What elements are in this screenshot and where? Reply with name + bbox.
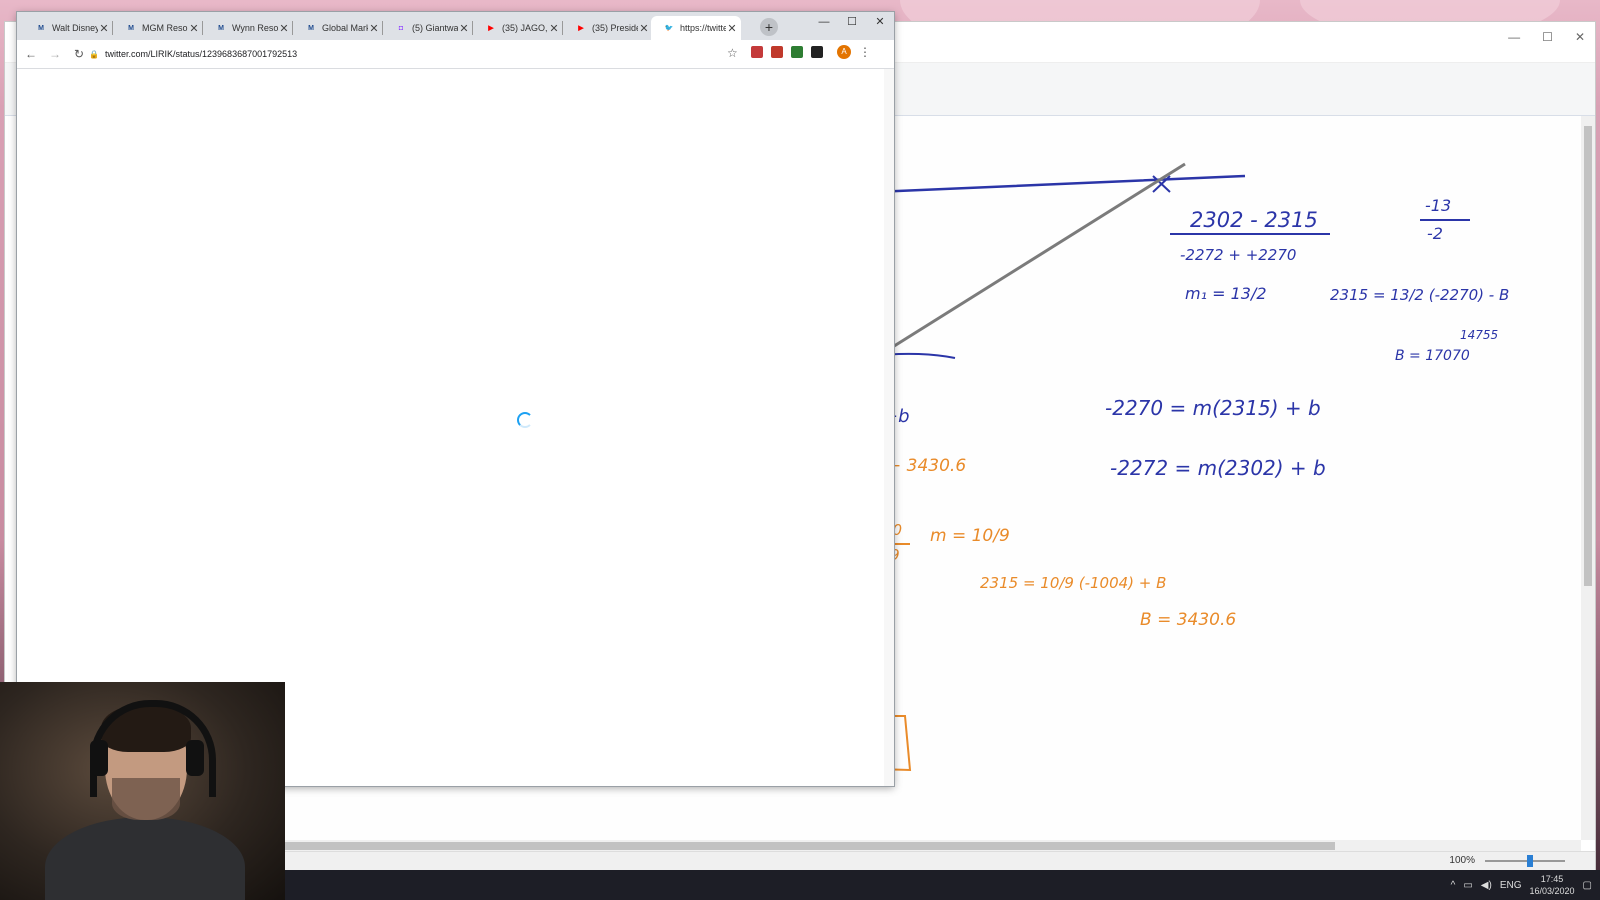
extension-icon[interactable] [791,46,803,58]
gray-line-stroke [874,162,1186,360]
note-blue: -2272 = m(2302) + b [1110,456,1326,480]
page-viewport [17,69,894,786]
whiteboard-window-controls: — ☐ ✕ [1508,30,1585,44]
note-orange: 2315 = 10/9 (-1004) + B [980,574,1167,592]
tab-title: https://twitter.c [680,23,726,33]
system-tray: ^ ▭ ◀) ENG 17:45 16/03/2020 ▢ [1451,870,1592,900]
scrollbar-thumb[interactable] [1584,126,1592,586]
browser-toolbar: ← → ↻ 🔒 twitter.com/LIRIK/status/1239683… [17,40,894,69]
browser-tab[interactable]: M Wynn Resorts S ✕ [203,16,293,40]
forward-arrow-icon[interactable]: → [45,47,65,61]
zoom-slider[interactable] [1485,860,1565,862]
close-icon[interactable]: ✕ [866,12,894,34]
note-orange: m = 10/9 [930,526,1010,546]
clock[interactable]: 17:45 16/03/2020 [1530,873,1575,897]
bookmark-star-icon[interactable]: ☆ [727,46,738,60]
note-blue: B = 17070 [1395,348,1470,364]
note-blue: -13 [1425,196,1452,215]
chevron-up-icon[interactable]: ^ [1451,880,1456,891]
note-blue: -2 [1427,224,1443,243]
marketwatch-icon: M [128,24,134,32]
browser-tab[interactable]: ▶ (35) JAGO, the ✕ [473,16,563,40]
note-blue: 2302 - 2315 [1190,208,1318,232]
reload-icon[interactable]: ↻ [69,47,89,61]
note-orange: + 3430.6 [887,456,967,476]
note-blue: -2270 = m(2315) + b [1105,396,1321,420]
menu-dots-icon[interactable]: ⋮ [859,45,871,59]
note-blue: 14755 [1460,328,1499,342]
close-icon[interactable]: ✕ [638,22,650,35]
new-tab-button[interactable]: + [760,18,778,36]
webcam-person-body [45,817,245,900]
tab-strip: M Walt Disney 95 ✕ M MGM Resorts In ✕ M … [17,12,894,40]
close-icon[interactable]: ✕ [548,22,560,35]
scrollbar-thumb[interactable] [285,842,1335,850]
youtube-icon: ▶ [488,25,494,32]
tab-title: (35) JAGO, the [502,23,548,33]
maximize-icon[interactable]: ☐ [1542,30,1553,44]
webcam-overlay [0,682,285,900]
extension-icon[interactable] [811,46,823,58]
note-orange: B = 3430.6 [1140,610,1237,630]
marketwatch-icon: M [308,24,314,32]
browser-tab[interactable]: M MGM Resorts In ✕ [113,16,203,40]
browser-window: M Walt Disney 95 ✕ M MGM Resorts In ✕ M … [17,12,894,786]
minimize-icon[interactable]: — [1508,30,1520,44]
tab-title: (35) President [592,23,638,33]
browser-tab-active[interactable]: 🐦 https://twitter.c ✕ [651,16,741,40]
note-blue: m₁ = 13/2 [1185,284,1267,303]
back-arrow-icon[interactable]: ← [21,47,41,61]
minimize-icon[interactable]: — [810,12,838,34]
zoom-slider-thumb[interactable] [1527,855,1533,867]
clock-time: 17:45 [1540,874,1564,884]
zoom-level: 100% [1449,855,1475,866]
close-icon[interactable]: ✕ [458,22,470,35]
close-icon[interactable]: ✕ [1575,30,1585,44]
close-icon[interactable]: ✕ [368,22,380,35]
close-icon[interactable]: ✕ [278,22,290,35]
address-bar-url[interactable]: twitter.com/LIRIK/status/123968368700179… [105,49,297,59]
maximize-icon[interactable]: ☐ [838,12,866,34]
tab-title: MGM Resorts In [142,23,188,33]
network-icon[interactable]: ▭ [1463,880,1472,891]
blue-line-stroke [874,174,1246,194]
note-blue: 2315 = 13/2 (-2270) - B [1330,286,1510,304]
browser-tab[interactable]: ◘ (5) Giantwaffle ✕ [383,16,473,40]
tab-title: Walt Disney 95 [52,23,98,33]
browser-window-controls: — ☐ ✕ [810,12,894,34]
volume-icon[interactable]: ◀) [1481,880,1492,891]
address-bar[interactable]: 🔒 twitter.com/LIRIK/status/1239683687001… [89,43,741,65]
extension-icon[interactable] [751,46,763,58]
marketwatch-icon: M [218,24,224,32]
language-indicator[interactable]: ENG [1500,880,1522,891]
youtube-icon: ▶ [578,25,584,32]
close-icon[interactable]: ✕ [98,22,110,35]
tab-title: Wynn Resorts S [232,23,278,33]
loading-spinner-icon [517,412,533,428]
page-scrollbar[interactable] [884,69,894,786]
headphone-cup [90,740,108,776]
browser-tab[interactable]: M Walt Disney 95 ✕ [23,16,113,40]
close-icon[interactable]: ✕ [726,22,738,35]
shield-icon[interactable] [771,46,783,58]
note-blue: -2272 + +2270 [1180,246,1297,264]
twitch-icon: ◘ [398,24,404,32]
browser-tab[interactable]: M Global Market ✕ [293,16,383,40]
twitter-icon: 🐦 [664,25,674,32]
extensions-area [751,46,823,58]
clock-date: 16/03/2020 [1529,886,1575,896]
headphone-cup [186,740,204,776]
browser-tab[interactable]: ▶ (35) President ✕ [563,16,653,40]
notifications-icon[interactable]: ▢ [1583,880,1592,891]
tab-title: (5) Giantwaffle [412,23,458,33]
lock-icon: 🔒 [89,49,99,59]
profile-avatar[interactable]: A [837,45,851,59]
close-icon[interactable]: ✕ [188,22,200,35]
whiteboard-vertical-scrollbar[interactable] [1581,116,1595,840]
marketwatch-icon: M [38,24,44,32]
tab-title: Global Market [322,23,368,33]
